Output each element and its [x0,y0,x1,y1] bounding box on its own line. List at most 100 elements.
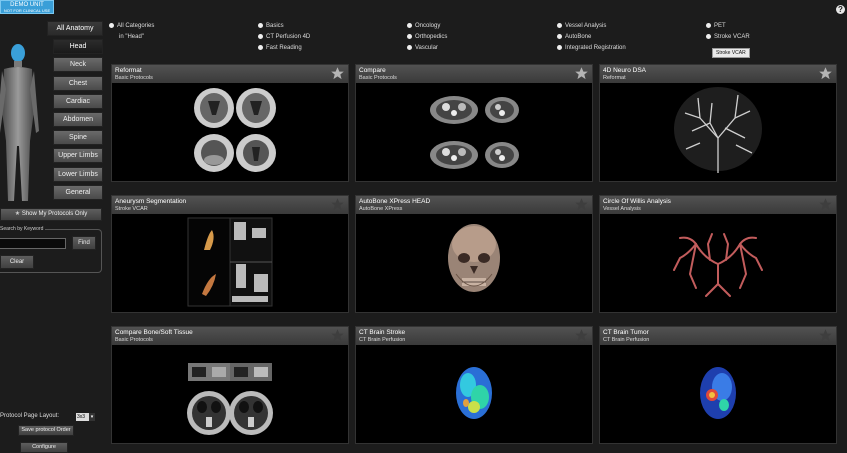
protocol-card-ct-brain-tumor[interactable]: CT Brain Tumor CT Brain Perfusion [599,326,837,444]
radio-icon [557,45,562,50]
card-subtitle: Basic Protocols [115,75,153,81]
card-header: Aneurysm Segmentation Stroke VCAR [112,196,348,214]
favorite-star-icon[interactable] [330,66,345,81]
anatomy-head-button[interactable]: Head [53,39,103,54]
radio-icon [407,45,412,50]
protocol-card-compare-bone-soft-tissue[interactable]: Compare Bone/Soft Tissue Basic Protocols [111,326,349,444]
filter-all-label: All Categories [117,23,155,29]
perfusion-map-thumbnail [456,367,492,419]
angiography-thumbnail [674,87,762,173]
anatomy-cardiac-button[interactable]: Cardiac [53,94,103,109]
anatomy-upper-limbs-button[interactable]: Upper Limbs [53,148,103,163]
radio-icon [706,23,711,28]
protocol-card-reformat[interactable]: Reformat Basic Protocols [111,64,349,182]
find-button[interactable]: Find [72,236,96,250]
favorite-star-icon[interactable] [574,197,589,212]
card-title: Aneurysm Segmentation [115,198,187,205]
favorite-star-icon[interactable] [330,197,345,212]
protocol-card-autobone-xpress-head[interactable]: AutoBone XPress HEAD AutoBone XPress [355,195,593,313]
anatomy-abdomen-button[interactable]: Abdomen [53,112,103,127]
card-subtitle: Basic Protocols [359,75,397,81]
filter-fast-reading[interactable]: Fast Reading [258,45,302,51]
filter-pet[interactable]: PET [706,23,726,29]
protocol-card-circle-of-willis[interactable]: Circle Of Willis Analysis Vessel Analysi… [599,195,837,313]
card-header: Reformat Basic Protocols [112,65,348,83]
search-label: Search by Keyword [0,226,46,232]
brain-mri-thumbnail [194,88,276,172]
card-subtitle: Basic Protocols [115,337,153,343]
card-header: Compare Basic Protocols [356,65,592,83]
protocol-card-4d-neuro-dsa[interactable]: 4D Neuro DSA Reformat [599,64,837,182]
filter-all-categories[interactable]: All Categories [109,23,154,29]
filter-label: CT Perfusion 4D [266,34,311,40]
skull-3d-thumbnail [448,224,500,292]
radio-icon [407,23,412,28]
keyword-search-input[interactable] [0,238,66,249]
anatomy-panel: All Anatomy Head Neck Chest Cardiac Abdo… [0,17,108,453]
anatomy-lower-limbs-button[interactable]: Lower Limbs [53,167,103,182]
radio-icon [109,23,114,28]
favorite-star-icon[interactable] [818,328,833,343]
layout-select[interactable]: 3x3 ▾ [76,413,95,421]
favorite-star-icon[interactable] [330,328,345,343]
help-icon[interactable]: ? [836,5,845,14]
card-subtitle: CT Brain Perfusion [359,337,406,343]
card-header: CT Brain Stroke CT Brain Perfusion [356,327,592,345]
card-title: CT Brain Stroke [359,329,406,336]
human-body-figure[interactable] [0,41,50,211]
all-anatomy-button[interactable]: All Anatomy [47,21,103,36]
tooltip: Stroke VCAR [712,48,750,58]
filter-label: Oncology [415,23,441,29]
card-title: CT Brain Tumor [603,329,649,336]
filter-label: Stroke VCAR [714,34,750,40]
filter-label: Basics [266,23,284,29]
filter-orthopedics[interactable]: Orthopedics [407,34,447,40]
abdomen-ct-thumbnail [430,96,519,169]
layout-label: Protocol Page Layout: [0,413,60,419]
filter-ct-perfusion[interactable]: CT Perfusion 4D [258,34,310,40]
filter-basics[interactable]: Basics [258,23,284,29]
card-header: Circle Of Willis Analysis Vessel Analysi… [600,196,836,214]
show-my-protocols-button[interactable]: ★ Show My Protocols Only [0,208,102,221]
favorite-star-icon[interactable] [818,197,833,212]
radio-icon [258,45,263,50]
anatomy-neck-button[interactable]: Neck [53,57,103,72]
radio-icon [258,23,263,28]
card-title: Reformat [115,67,142,74]
anatomy-chest-button[interactable]: Chest [53,76,103,91]
filter-integrated-registration[interactable]: Integrated Registration [557,45,626,51]
filter-autobone[interactable]: AutoBone [557,34,591,40]
configure-button[interactable]: Configure [20,442,68,453]
filter-label: AutoBone [565,34,592,40]
demo-unit-badge: DEMO UNIT NOT FOR CLINICAL USE [0,0,54,14]
favorite-star-icon[interactable] [574,328,589,343]
radio-icon [407,34,412,39]
protocol-card-compare[interactable]: Compare Basic Protocols [355,64,593,182]
card-subtitle: Reformat [603,75,626,81]
protocol-card-ct-brain-stroke[interactable]: CT Brain Stroke CT Brain Perfusion [355,326,593,444]
save-protocol-order-button[interactable]: Save protocol Order [18,425,74,436]
card-header: 4D Neuro DSA Reformat [600,65,836,83]
clear-button[interactable]: Clear [0,255,34,269]
layout-value: 3x3 [77,414,86,420]
favorite-star-icon[interactable] [818,66,833,81]
filter-stroke-vcar[interactable]: Stroke VCAR [706,34,750,40]
anatomy-general-button[interactable]: General [53,185,103,200]
filter-label: Integrated Registration [565,45,626,51]
protocol-card-aneurysm-segmentation[interactable]: Aneurysm Segmentation Stroke VCAR [111,195,349,313]
radio-icon [557,23,562,28]
filter-vascular[interactable]: Vascular [407,45,438,51]
filter-label: Vessel Analysis [565,23,607,29]
card-subtitle: Vessel Analysis [603,206,641,212]
anatomy-spine-button[interactable]: Spine [53,130,103,145]
card-subtitle: Stroke VCAR [115,206,148,212]
filter-vessel-analysis[interactable]: Vessel Analysis [557,23,606,29]
favorite-star-icon[interactable] [574,66,589,81]
card-subtitle: CT Brain Perfusion [603,337,650,343]
filter-label: Fast Reading [266,45,302,51]
filter-oncology[interactable]: Oncology [407,23,440,29]
card-title: Circle Of Willis Analysis [603,198,671,205]
show-my-protocols-label: Show My Protocols Only [21,211,88,217]
aneurysm-thumbnail [187,217,273,307]
star-icon: ★ [14,211,22,217]
